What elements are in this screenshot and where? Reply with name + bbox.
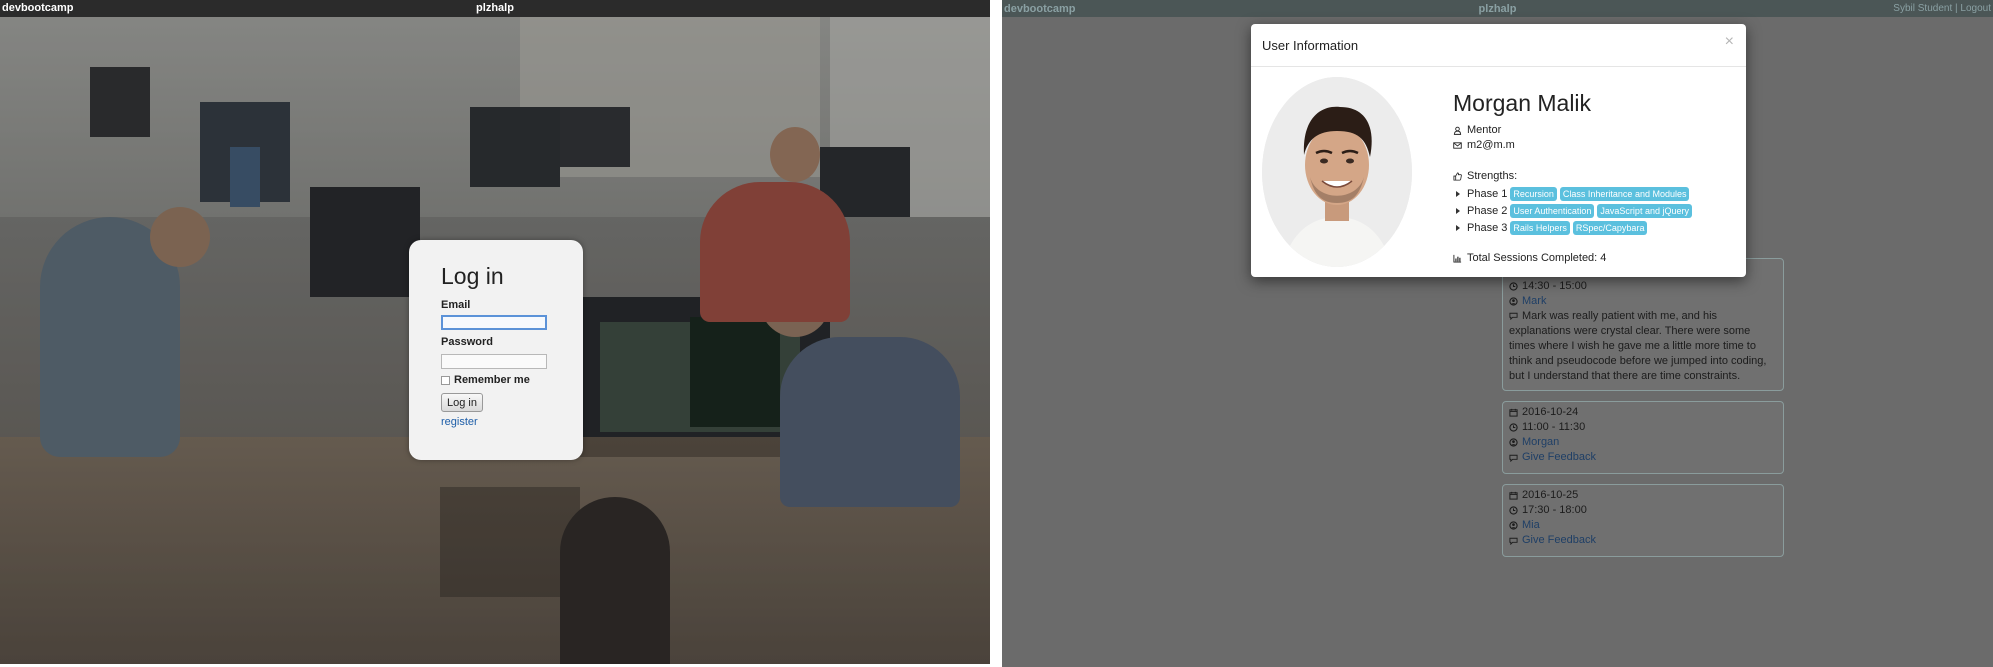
give-feedback-link[interactable]: Give Feedback [1522, 450, 1596, 465]
session-time: 14:30 - 15:00 [1522, 280, 1587, 292]
session-time: 17:30 - 18:00 [1522, 504, 1587, 516]
phase-row: Phase 2 User Authentication JavaScript a… [1453, 204, 1692, 218]
nav-separator: | [1955, 3, 1958, 14]
login-button[interactable]: Log in [441, 393, 483, 412]
clock-icon [1509, 423, 1518, 432]
login-screen: devbootcamp plzhalp Log in Email Passwor… [0, 0, 990, 664]
envelope-icon [1453, 141, 1462, 150]
comment-icon [1509, 536, 1518, 545]
bar-chart-icon [1453, 254, 1462, 263]
modal-header: User Information × [1251, 24, 1746, 67]
session-person-row: Mia [1509, 518, 1777, 533]
session-date: 2016-10-25 [1522, 489, 1579, 501]
session-date: 2016-10-24 [1522, 406, 1579, 418]
app-title-link[interactable]: plzhalp [1479, 3, 1517, 15]
session-card: 2016-10-25 17:30 - 18:00 Mia Give Feedba… [1502, 484, 1784, 557]
strengths-heading-row: Strengths: [1453, 170, 1517, 182]
clock-icon [1509, 282, 1518, 291]
session-person-row: Mark [1509, 294, 1777, 309]
user-role: Mentor [1467, 124, 1502, 136]
login-heading: Log in [441, 263, 504, 289]
user-name: Morgan Malik [1453, 90, 1592, 116]
strength-badge: Class Inheritance and Modules [1559, 187, 1690, 201]
comment-icon [1509, 310, 1518, 321]
logout-link[interactable]: Logout [1960, 3, 1991, 14]
navbar: devbootcamp plzhalp [0, 0, 990, 17]
modal-title: User Information [1262, 38, 1359, 53]
close-icon[interactable]: × [1725, 33, 1734, 51]
navbar: devbootcamp plzhalp Sybil Student | Logo… [1002, 0, 1993, 17]
user-info-modal: User Information × Morgan Malik Mentor m… [1251, 24, 1746, 277]
session-comment: Mark was really patient with me, and his… [1509, 309, 1777, 384]
remember-me-checkbox[interactable] [441, 376, 450, 385]
calendar-icon [1509, 408, 1518, 417]
login-form: Log in Email Password Remember me Log in… [409, 240, 583, 460]
user-circle-icon [1509, 438, 1518, 447]
session-feedback-row: Give Feedback [1509, 533, 1777, 548]
strength-badge: Rails Helpers [1510, 221, 1570, 235]
mentor-link[interactable]: Mia [1522, 518, 1540, 533]
phase-row: Phase 1 Recursion Class Inheritance and … [1453, 187, 1690, 201]
session-comment-text: Mark was really patient with me, and his… [1509, 310, 1767, 382]
session-date-row: 2016-10-25 [1509, 488, 1777, 503]
current-user-link[interactable]: Sybil Student [1893, 3, 1952, 14]
strength-badge: JavaScript and jQuery [1597, 204, 1692, 218]
user-email: m2@m.m [1467, 139, 1515, 151]
sessions-count-text: Total Sessions Completed: 4 [1467, 252, 1607, 264]
session-time-row: 11:00 - 11:30 [1509, 420, 1777, 435]
give-feedback-link[interactable]: Give Feedback [1522, 533, 1596, 548]
phase-label: Phase 3 [1467, 222, 1508, 234]
user-icon [1453, 126, 1462, 135]
remember-me-label[interactable]: Remember me [454, 374, 530, 386]
strength-badge: User Authentication [1510, 204, 1595, 218]
mentor-link[interactable]: Mark [1522, 294, 1546, 309]
user-email-row: m2@m.m [1453, 139, 1515, 151]
app-title-link[interactable]: plzhalp [476, 2, 514, 14]
strengths-label: Strengths: [1467, 170, 1518, 182]
calendar-icon [1509, 491, 1518, 500]
session-date-row: 2016-10-24 [1509, 405, 1777, 420]
register-link[interactable]: register [441, 416, 478, 428]
session-card: 14:30 - 15:00 Mark Mark was really patie… [1502, 258, 1784, 391]
strength-badge: RSpec/Capybara [1572, 221, 1648, 235]
phase-label: Phase 2 [1467, 205, 1508, 217]
caret-right-icon [1456, 208, 1460, 214]
email-field[interactable] [441, 315, 547, 330]
thumbs-up-icon [1453, 171, 1462, 181]
caret-right-icon [1456, 225, 1460, 231]
app-title: plzhalp [1002, 3, 1993, 15]
session-time-row: 14:30 - 15:00 [1509, 279, 1777, 294]
caret-right-icon [1456, 191, 1460, 197]
mentor-link[interactable]: Morgan [1522, 435, 1559, 450]
session-time-row: 17:30 - 18:00 [1509, 503, 1777, 518]
password-field[interactable] [441, 354, 547, 369]
password-label: Password [441, 336, 493, 348]
user-menu: Sybil Student | Logout [1893, 3, 1991, 14]
user-circle-icon [1509, 297, 1518, 306]
comment-icon [1509, 453, 1518, 462]
phase-row: Phase 3 Rails Helpers RSpec/Capybara [1453, 221, 1648, 235]
user-role-row: Mentor [1453, 124, 1501, 136]
sessions-count-row: Total Sessions Completed: 4 [1453, 252, 1606, 264]
user-circle-icon [1509, 521, 1518, 530]
clock-icon [1509, 506, 1518, 515]
avatar [1262, 77, 1412, 267]
session-time: 11:00 - 11:30 [1522, 421, 1586, 433]
phase-label: Phase 1 [1467, 188, 1508, 200]
strength-badge: Recursion [1510, 187, 1557, 201]
email-label: Email [441, 299, 471, 311]
session-person-row: Morgan [1509, 435, 1777, 450]
session-feedback-row: Give Feedback [1509, 450, 1777, 465]
app-title: plzhalp [0, 2, 990, 14]
dashboard-screen: devbootcamp plzhalp Sybil Student | Logo… [1002, 0, 1993, 667]
session-card: 2016-10-24 11:00 - 11:30 Morgan Give Fee… [1502, 401, 1784, 474]
